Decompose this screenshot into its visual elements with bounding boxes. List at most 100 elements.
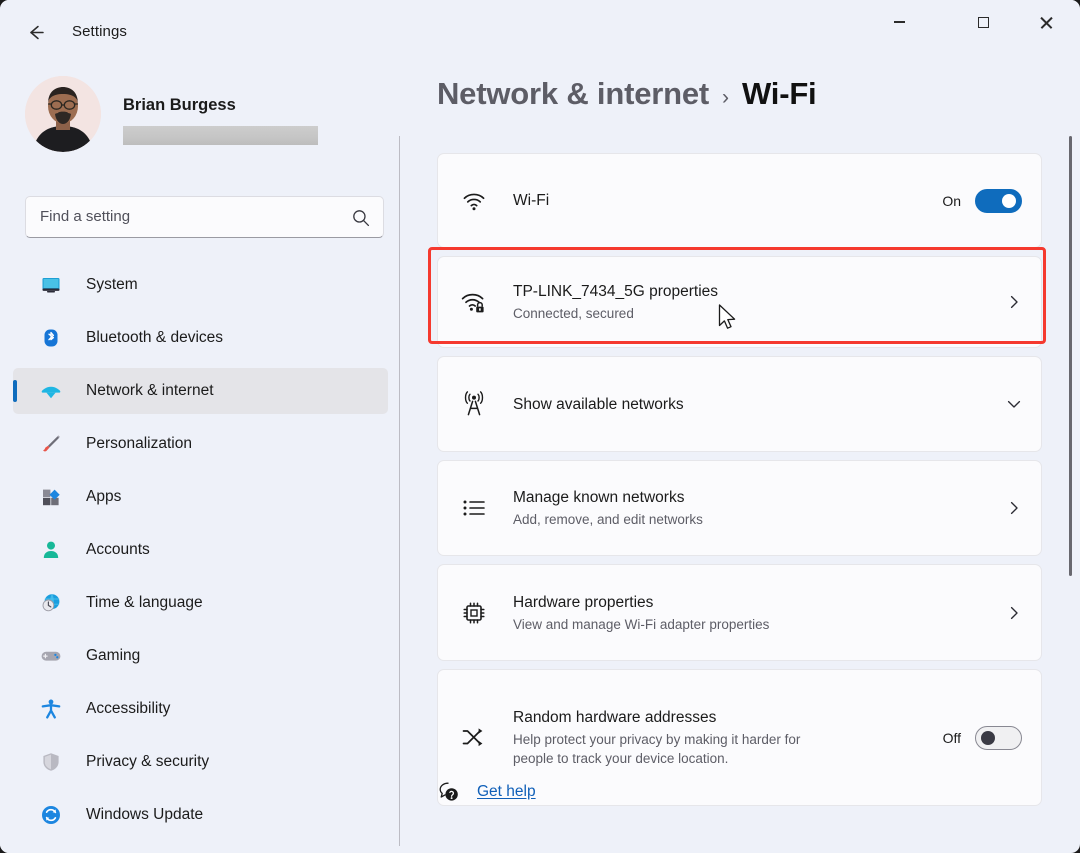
sidebar-item-accounts[interactable]: Accounts	[13, 527, 388, 573]
settings-card-list: Wi-Fi On	[437, 153, 1042, 814]
card-subtitle: Connected, secured	[513, 304, 994, 323]
search-box[interactable]	[25, 196, 384, 238]
card-title: Wi-Fi	[513, 192, 549, 209]
sidebar-item-network-internet[interactable]: Network & internet	[13, 368, 388, 414]
sidebar-item-label: Gaming	[86, 647, 140, 665]
help-icon	[437, 780, 461, 804]
monitor-icon	[38, 272, 64, 298]
sidebar-item-accessibility[interactable]: Accessibility	[13, 686, 388, 732]
sidebar-item-label: Personalization	[86, 435, 192, 453]
avatar	[25, 76, 101, 152]
breadcrumb-separator-icon: ›	[722, 86, 729, 110]
card-control	[1006, 500, 1022, 516]
card-title: Random hardware addresses	[513, 709, 716, 726]
sidebar-item-label: System	[86, 276, 138, 294]
card-manage-known-networks[interactable]: Manage known networks Add, remove, and e…	[437, 460, 1042, 556]
main-content: Network & internet › Wi-Fi	[400, 62, 1080, 853]
sidebar-item-windows-update[interactable]: Windows Update	[13, 792, 388, 838]
scrollbar-thumb[interactable]	[1069, 136, 1072, 576]
card-title: Manage known networks	[513, 489, 684, 506]
sidebar-item-label: Accessibility	[86, 700, 170, 718]
sidebar-item-privacy-security[interactable]: Privacy & security	[13, 739, 388, 785]
card-show-available-networks[interactable]: Show available networks	[437, 356, 1042, 452]
sidebar-item-label: Privacy & security	[86, 753, 209, 771]
card-text: Wi-Fi	[513, 190, 930, 211]
user-email-redacted	[123, 126, 318, 145]
close-icon	[1039, 16, 1052, 29]
sidebar-item-apps[interactable]: Apps	[13, 474, 388, 520]
maximize-icon	[978, 17, 989, 28]
card-wifi[interactable]: Wi-Fi On	[437, 153, 1042, 248]
card-text: Random hardware addresses Help protect y…	[513, 707, 931, 768]
sidebar-item-personalization[interactable]: Personalization	[13, 421, 388, 467]
sidebar-item-gaming[interactable]: Gaming	[13, 633, 388, 679]
card-hardware-properties[interactable]: Hardware properties View and manage Wi-F…	[437, 564, 1042, 661]
paintbrush-icon	[38, 431, 64, 457]
wifi-toggle[interactable]	[975, 189, 1022, 213]
random-hardware-addresses-toggle[interactable]	[975, 726, 1022, 750]
gamepad-icon	[38, 643, 64, 669]
toggle-state-label: Off	[943, 730, 961, 746]
card-subtitle: View and manage Wi-Fi adapter properties	[513, 615, 994, 634]
user-profile[interactable]: Brian Burgess	[25, 76, 355, 166]
card-control	[1006, 396, 1022, 412]
card-control	[1006, 605, 1022, 621]
card-subtitle: Help protect your privacy by making it h…	[513, 730, 813, 768]
update-icon	[38, 802, 64, 828]
apps-icon	[38, 484, 64, 510]
card-text: Hardware properties View and manage Wi-F…	[513, 592, 994, 634]
title-bar: Settings	[0, 0, 1080, 62]
breadcrumb-parent[interactable]: Network & internet	[437, 76, 709, 112]
chip-icon	[457, 599, 491, 627]
toggle-state-label: On	[942, 193, 961, 209]
maximize-button[interactable]	[960, 0, 1006, 44]
settings-window: Settings	[0, 0, 1080, 853]
shield-icon	[38, 749, 64, 775]
minimize-button[interactable]	[876, 0, 922, 44]
minimize-icon	[894, 21, 905, 23]
person-icon	[38, 537, 64, 563]
card-network-properties[interactable]: TP-LINK_7434_5G properties Connected, se…	[437, 256, 1042, 348]
sidebar-item-label: Bluetooth & devices	[86, 329, 223, 347]
avatar-photo	[25, 76, 101, 152]
broadcast-tower-icon	[457, 390, 491, 418]
close-button[interactable]	[1022, 0, 1068, 44]
chevron-down-icon[interactable]	[1006, 396, 1022, 412]
chevron-right-icon[interactable]	[1006, 500, 1022, 516]
app-title: Settings	[72, 23, 127, 40]
card-text: TP-LINK_7434_5G properties Connected, se…	[513, 281, 994, 323]
search-icon	[351, 208, 371, 228]
clock-globe-icon	[38, 590, 64, 616]
list-icon	[457, 494, 491, 522]
get-help-label: Get help	[477, 783, 536, 801]
get-help-link[interactable]: Get help	[437, 780, 536, 804]
sidebar-item-label: Apps	[86, 488, 121, 506]
sidebar-item-label: Network & internet	[86, 382, 214, 400]
wifi-signal-icon	[457, 187, 491, 215]
breadcrumb: Network & internet › Wi-Fi	[437, 76, 816, 112]
back-arrow-icon	[25, 22, 46, 43]
chevron-right-icon[interactable]	[1006, 294, 1022, 310]
sidebar-item-system[interactable]: System	[13, 262, 388, 308]
wifi-icon	[38, 378, 64, 404]
chevron-right-icon[interactable]	[1006, 605, 1022, 621]
sidebar-item-time-language[interactable]: Time & language	[13, 580, 388, 626]
page-title: Wi-Fi	[742, 76, 816, 112]
card-text: Manage known networks Add, remove, and e…	[513, 487, 994, 529]
user-name: Brian Burgess	[123, 96, 236, 115]
sidebar-item-label: Accounts	[86, 541, 150, 559]
card-title: TP-LINK_7434_5G properties	[513, 283, 718, 300]
sidebar-item-bluetooth-devices[interactable]: Bluetooth & devices	[13, 315, 388, 361]
sidebar-item-label: Time & language	[86, 594, 203, 612]
wifi-secured-icon	[457, 287, 491, 317]
scrollbar[interactable]	[1065, 126, 1075, 826]
shuffle-icon	[457, 724, 491, 752]
card-title: Show available networks	[513, 396, 684, 413]
card-title: Hardware properties	[513, 594, 653, 611]
sidebar-item-label: Windows Update	[86, 806, 203, 824]
search-input[interactable]	[40, 197, 340, 237]
card-control: Off	[943, 726, 1022, 750]
selection-indicator	[13, 380, 17, 402]
back-button[interactable]	[18, 16, 52, 48]
card-control	[1006, 294, 1022, 310]
